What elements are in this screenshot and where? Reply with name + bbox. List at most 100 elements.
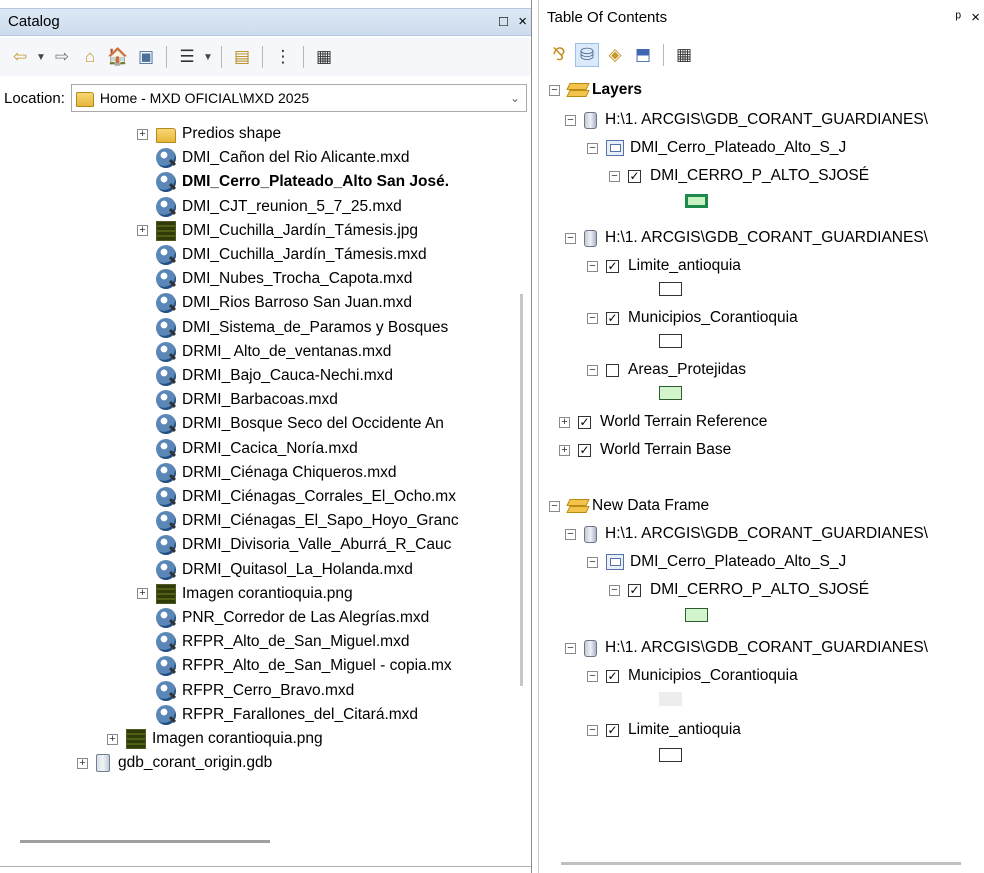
- toc-node-workspace[interactable]: − H:\1. ARCGIS\GDB_CORANT_GUARDIANES\: [565, 522, 928, 546]
- expand-button[interactable]: +: [137, 225, 148, 237]
- catalog-tree-item[interactable]: DRMI_Ciénagas_Corrales_El_Ocho.mx: [156, 485, 456, 509]
- horizontal-scrollbar[interactable]: [561, 862, 961, 865]
- toc-node-layer[interactable]: − ✓ Municipios_Corantioquia: [587, 306, 798, 330]
- details-icon[interactable]: ▦: [312, 45, 336, 69]
- expand-button[interactable]: +: [107, 733, 118, 745]
- expand-button[interactable]: +: [137, 588, 148, 600]
- up-one-level-icon[interactable]: ⌂: [78, 45, 102, 69]
- collapse-button[interactable]: −: [587, 260, 598, 272]
- catalog-tree-item[interactable]: DMI_CJT_reunion_5_7_25.mxd: [156, 195, 402, 219]
- collapse-button[interactable]: −: [587, 556, 598, 568]
- collapse-button[interactable]: −: [587, 364, 598, 376]
- catalog-tree-item[interactable]: DMI_Cuchilla_Jardín_Támesis.mxd: [156, 243, 427, 267]
- catalog-tree-item[interactable]: DMI_Cerro_Plateado_Alto San José.: [156, 170, 449, 194]
- catalog-tree-item[interactable]: DRMI_Ciénaga Chiqueros.mxd: [156, 461, 397, 485]
- toc-node-dataframe[interactable]: − Layers: [549, 78, 642, 102]
- catalog-tree-item[interactable]: DRMI_Bajo_Cauca-Nechi.mxd: [156, 364, 393, 388]
- collapse-button[interactable]: −: [587, 724, 598, 736]
- toc-node-dataframe[interactable]: − New Data Frame: [549, 494, 709, 518]
- collapse-button[interactable]: −: [549, 500, 560, 512]
- catalog-tree-item[interactable]: DRMI_Bosque Seco del Occidente An: [156, 412, 444, 436]
- layer-visibility-checkbox[interactable]: ✓: [606, 259, 619, 273]
- catalog-tree-item[interactable]: RFPR_Farallones_del_Citará.mxd: [156, 703, 418, 727]
- toc-node-workspace[interactable]: − H:\1. ARCGIS\GDB_CORANT_GUARDIANES\: [565, 108, 928, 132]
- layer-visibility-checkbox[interactable]: ✓: [606, 311, 619, 325]
- horizontal-scrollbar[interactable]: [20, 840, 270, 843]
- expand-button[interactable]: +: [137, 128, 148, 140]
- catalog-tree-item[interactable]: + gdb_corant_origin.gdb: [77, 751, 272, 775]
- catalog-tree-item[interactable]: PNR_Corredor de Las Alegrías.mxd: [156, 606, 429, 630]
- collapse-button[interactable]: −: [565, 114, 576, 126]
- layer-symbol-swatch[interactable]: [659, 692, 682, 706]
- toc-node-layer[interactable]: − Areas_Protejidas: [587, 358, 746, 382]
- catalog-tree-item[interactable]: + Predios shape: [137, 122, 281, 146]
- catalog-tree-item[interactable]: DRMI_Divisoria_Valle_Aburrá_R_Cauc: [156, 533, 451, 557]
- catalog-tree-item[interactable]: DRMI_ Alto_de_ventanas.mxd: [156, 340, 391, 364]
- catalog-tree-item[interactable]: RFPR_Alto_de_San_Miguel.mxd: [156, 630, 409, 654]
- location-combobox[interactable]: Home - MXD OFICIAL\MXD 2025 ⌄: [70, 84, 527, 112]
- layer-symbol-swatch[interactable]: [659, 386, 682, 400]
- home-icon[interactable]: 🏠: [106, 45, 130, 69]
- collapse-button[interactable]: −: [587, 312, 598, 324]
- toc-node-workspace[interactable]: − H:\1. ARCGIS\GDB_CORANT_GUARDIANES\: [565, 636, 928, 660]
- tree-toggle-icon[interactable]: ⋮: [271, 45, 295, 69]
- toc-node-layer[interactable]: + ✓ World Terrain Base: [559, 438, 731, 462]
- collapse-button[interactable]: −: [587, 142, 598, 154]
- forward-icon[interactable]: ⇨: [50, 45, 74, 69]
- catalog-tree-item[interactable]: DRMI_Ciénagas_El_Sapo_Hoyo_Granc: [156, 509, 459, 533]
- toc-node-layer[interactable]: − ✓ Limite_antioquia: [587, 254, 741, 278]
- layer-visibility-checkbox[interactable]: ✓: [578, 443, 591, 457]
- layer-symbol-swatch[interactable]: [685, 194, 708, 208]
- back-dropdown-icon[interactable]: ▼: [36, 52, 46, 63]
- vertical-scrollbar[interactable]: [520, 294, 523, 686]
- close-icon[interactable]: ×: [518, 13, 527, 30]
- layer-symbol-swatch[interactable]: [685, 608, 708, 622]
- layer-visibility-checkbox[interactable]: ✓: [628, 583, 641, 597]
- toc-node-layer[interactable]: − ✓ Limite_antioquia: [587, 718, 741, 742]
- catalog-tree-item[interactable]: RFPR_Alto_de_San_Miguel - copia.mx: [156, 654, 452, 678]
- catalog-tree-item[interactable]: DRMI_Cacica_Noría.mxd: [156, 437, 358, 461]
- layer-visibility-checkbox[interactable]: [606, 363, 619, 377]
- catalog-tree-item[interactable]: + Imagen corantioquia.png: [107, 727, 323, 751]
- catalog-tree-item[interactable]: + Imagen corantioquia.png: [137, 582, 353, 606]
- catalog-tree-item[interactable]: RFPR_Cerro_Bravo.mxd: [156, 679, 354, 703]
- expand-button[interactable]: +: [77, 757, 88, 769]
- expand-button[interactable]: +: [559, 444, 570, 456]
- view-dropdown-icon[interactable]: ▼: [203, 52, 213, 63]
- catalog-tree-item[interactable]: DMI_Rios Barroso San Juan.mxd: [156, 291, 412, 315]
- maximize-icon[interactable]: □: [499, 13, 508, 30]
- layer-visibility-checkbox[interactable]: ✓: [578, 415, 591, 429]
- layer-symbol-swatch[interactable]: [659, 282, 682, 296]
- collapse-button[interactable]: −: [609, 170, 620, 182]
- layer-visibility-checkbox[interactable]: ✓: [606, 669, 619, 683]
- toc-node-layer[interactable]: − ✓ DMI_CERRO_P_ALTO_SJOSÉ: [609, 578, 869, 602]
- view-options-icon[interactable]: ☰: [175, 45, 199, 69]
- chevron-down-icon[interactable]: ⌄: [510, 91, 520, 105]
- catalog-tree-item[interactable]: DRMI_Quitasol_La_Holanda.mxd: [156, 558, 413, 582]
- collapse-button[interactable]: −: [565, 232, 576, 244]
- catalog-tree-item[interactable]: DRMI_Barbacoas.mxd: [156, 388, 338, 412]
- collapse-button[interactable]: −: [565, 528, 576, 540]
- collapse-button[interactable]: −: [565, 642, 576, 654]
- layer-symbol-swatch[interactable]: [659, 334, 682, 348]
- layer-visibility-checkbox[interactable]: ✓: [628, 169, 641, 183]
- catalog-tree-item[interactable]: + DMI_Cuchilla_Jardín_Támesis.jpg: [137, 219, 418, 243]
- catalog-tree-item[interactable]: DMI_Nubes_Trocha_Capota.mxd: [156, 267, 412, 291]
- collapse-button[interactable]: −: [587, 670, 598, 682]
- catalog-tree-item[interactable]: DMI_Cañon del Rio Alicante.mxd: [156, 146, 409, 170]
- toc-node-group[interactable]: − DMI_Cerro_Plateado_Alto_S_J: [587, 136, 846, 160]
- collapse-button[interactable]: −: [609, 584, 620, 596]
- toc-node-layer[interactable]: − ✓ Municipios_Corantioquia: [587, 664, 798, 688]
- new-item-icon[interactable]: ▤: [230, 45, 254, 69]
- collapse-button[interactable]: −: [549, 84, 560, 96]
- toc-node-layer[interactable]: − ✓ DMI_CERRO_P_ALTO_SJOSÉ: [609, 164, 869, 188]
- toc-node-workspace[interactable]: − H:\1. ARCGIS\GDB_CORANT_GUARDIANES\: [565, 226, 928, 250]
- toc-node-layer[interactable]: + ✓ World Terrain Reference: [559, 410, 767, 434]
- back-icon[interactable]: ⇦: [8, 45, 32, 69]
- toc-node-group[interactable]: − DMI_Cerro_Plateado_Alto_S_J: [587, 550, 846, 574]
- connect-folder-icon[interactable]: ▣: [134, 45, 158, 69]
- catalog-tree-item[interactable]: DMI_Sistema_de_Paramos y Bosques: [156, 316, 448, 340]
- layer-symbol-swatch[interactable]: [659, 748, 682, 762]
- layer-visibility-checkbox[interactable]: ✓: [606, 723, 619, 737]
- expand-button[interactable]: +: [559, 416, 570, 428]
